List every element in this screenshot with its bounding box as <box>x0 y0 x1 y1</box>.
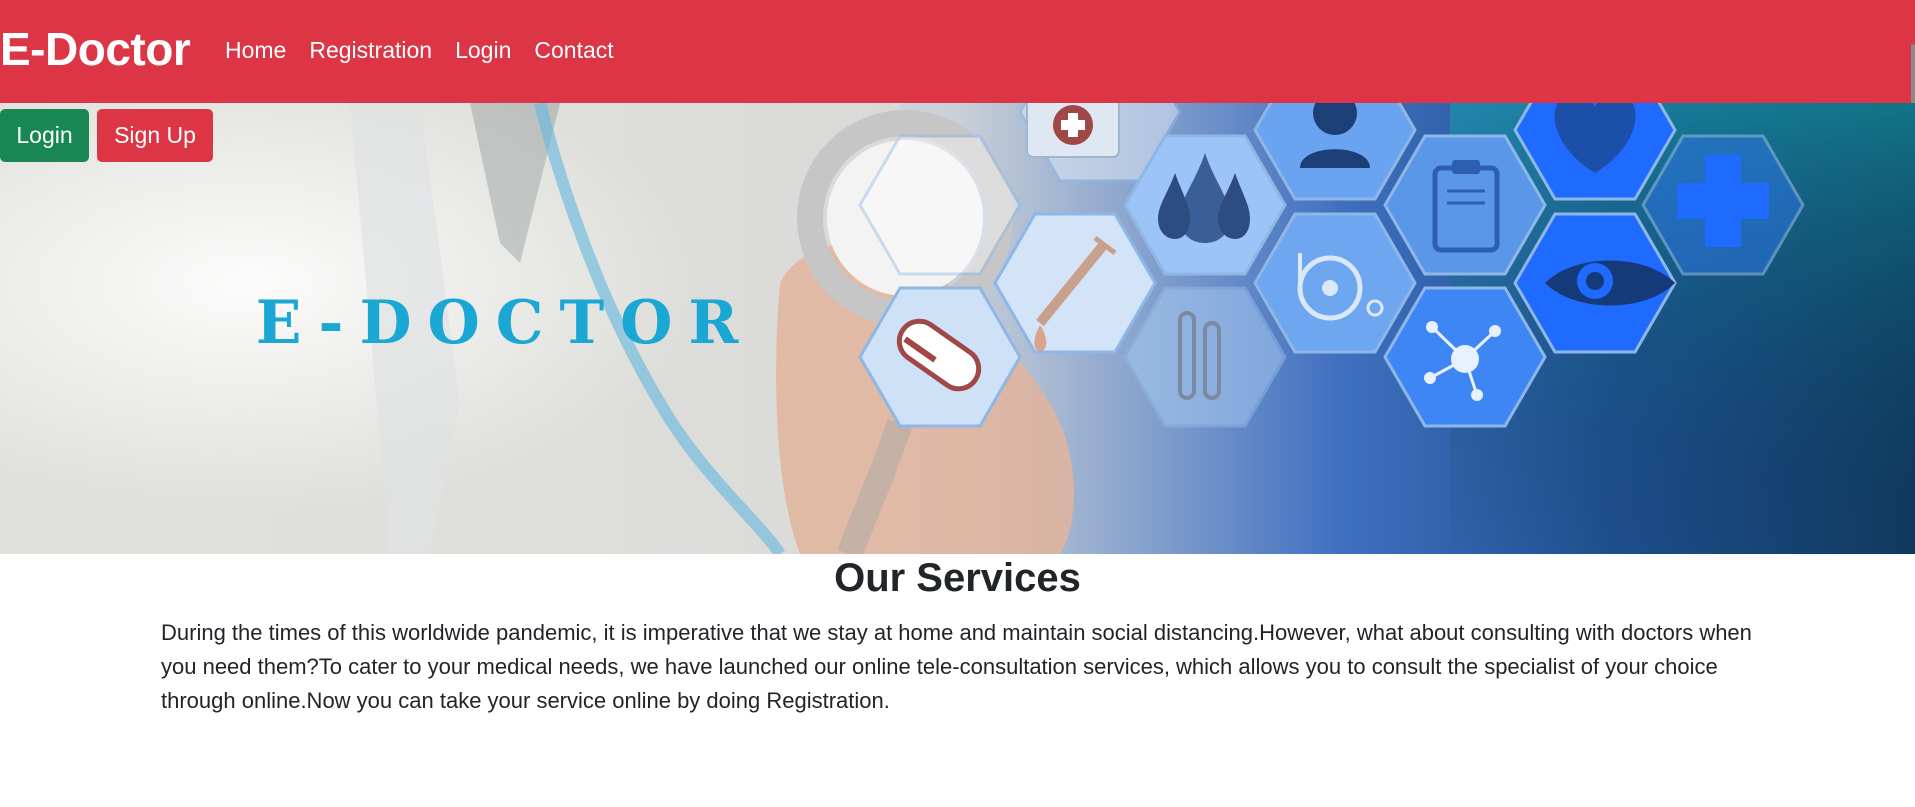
nav-link-contact[interactable]: Contact <box>534 36 613 64</box>
nav-links: Home Registration Login Contact <box>225 36 637 64</box>
first-aid-kit-icon <box>1026 103 1120 158</box>
hero-image: E-DOCTOR <box>0 103 1915 554</box>
top-navbar: E-Doctor Home Registration Login Contact <box>0 0 1915 103</box>
nav-link-login[interactable]: Login <box>455 36 511 64</box>
nav-link-registration[interactable]: Registration <box>309 36 432 64</box>
services-title: Our Services <box>834 556 1081 600</box>
hero-logo-text: E-DOCTOR <box>256 288 755 358</box>
login-button[interactable]: Login <box>0 109 89 162</box>
brand-logo[interactable]: E-Doctor <box>0 22 191 76</box>
services-description: During the times of this worldwide pande… <box>161 620 1752 713</box>
hero-banner: E-DOCTOR <box>0 103 1915 554</box>
signup-button[interactable]: Sign Up <box>97 109 213 162</box>
nav-link-home[interactable]: Home <box>225 36 286 64</box>
